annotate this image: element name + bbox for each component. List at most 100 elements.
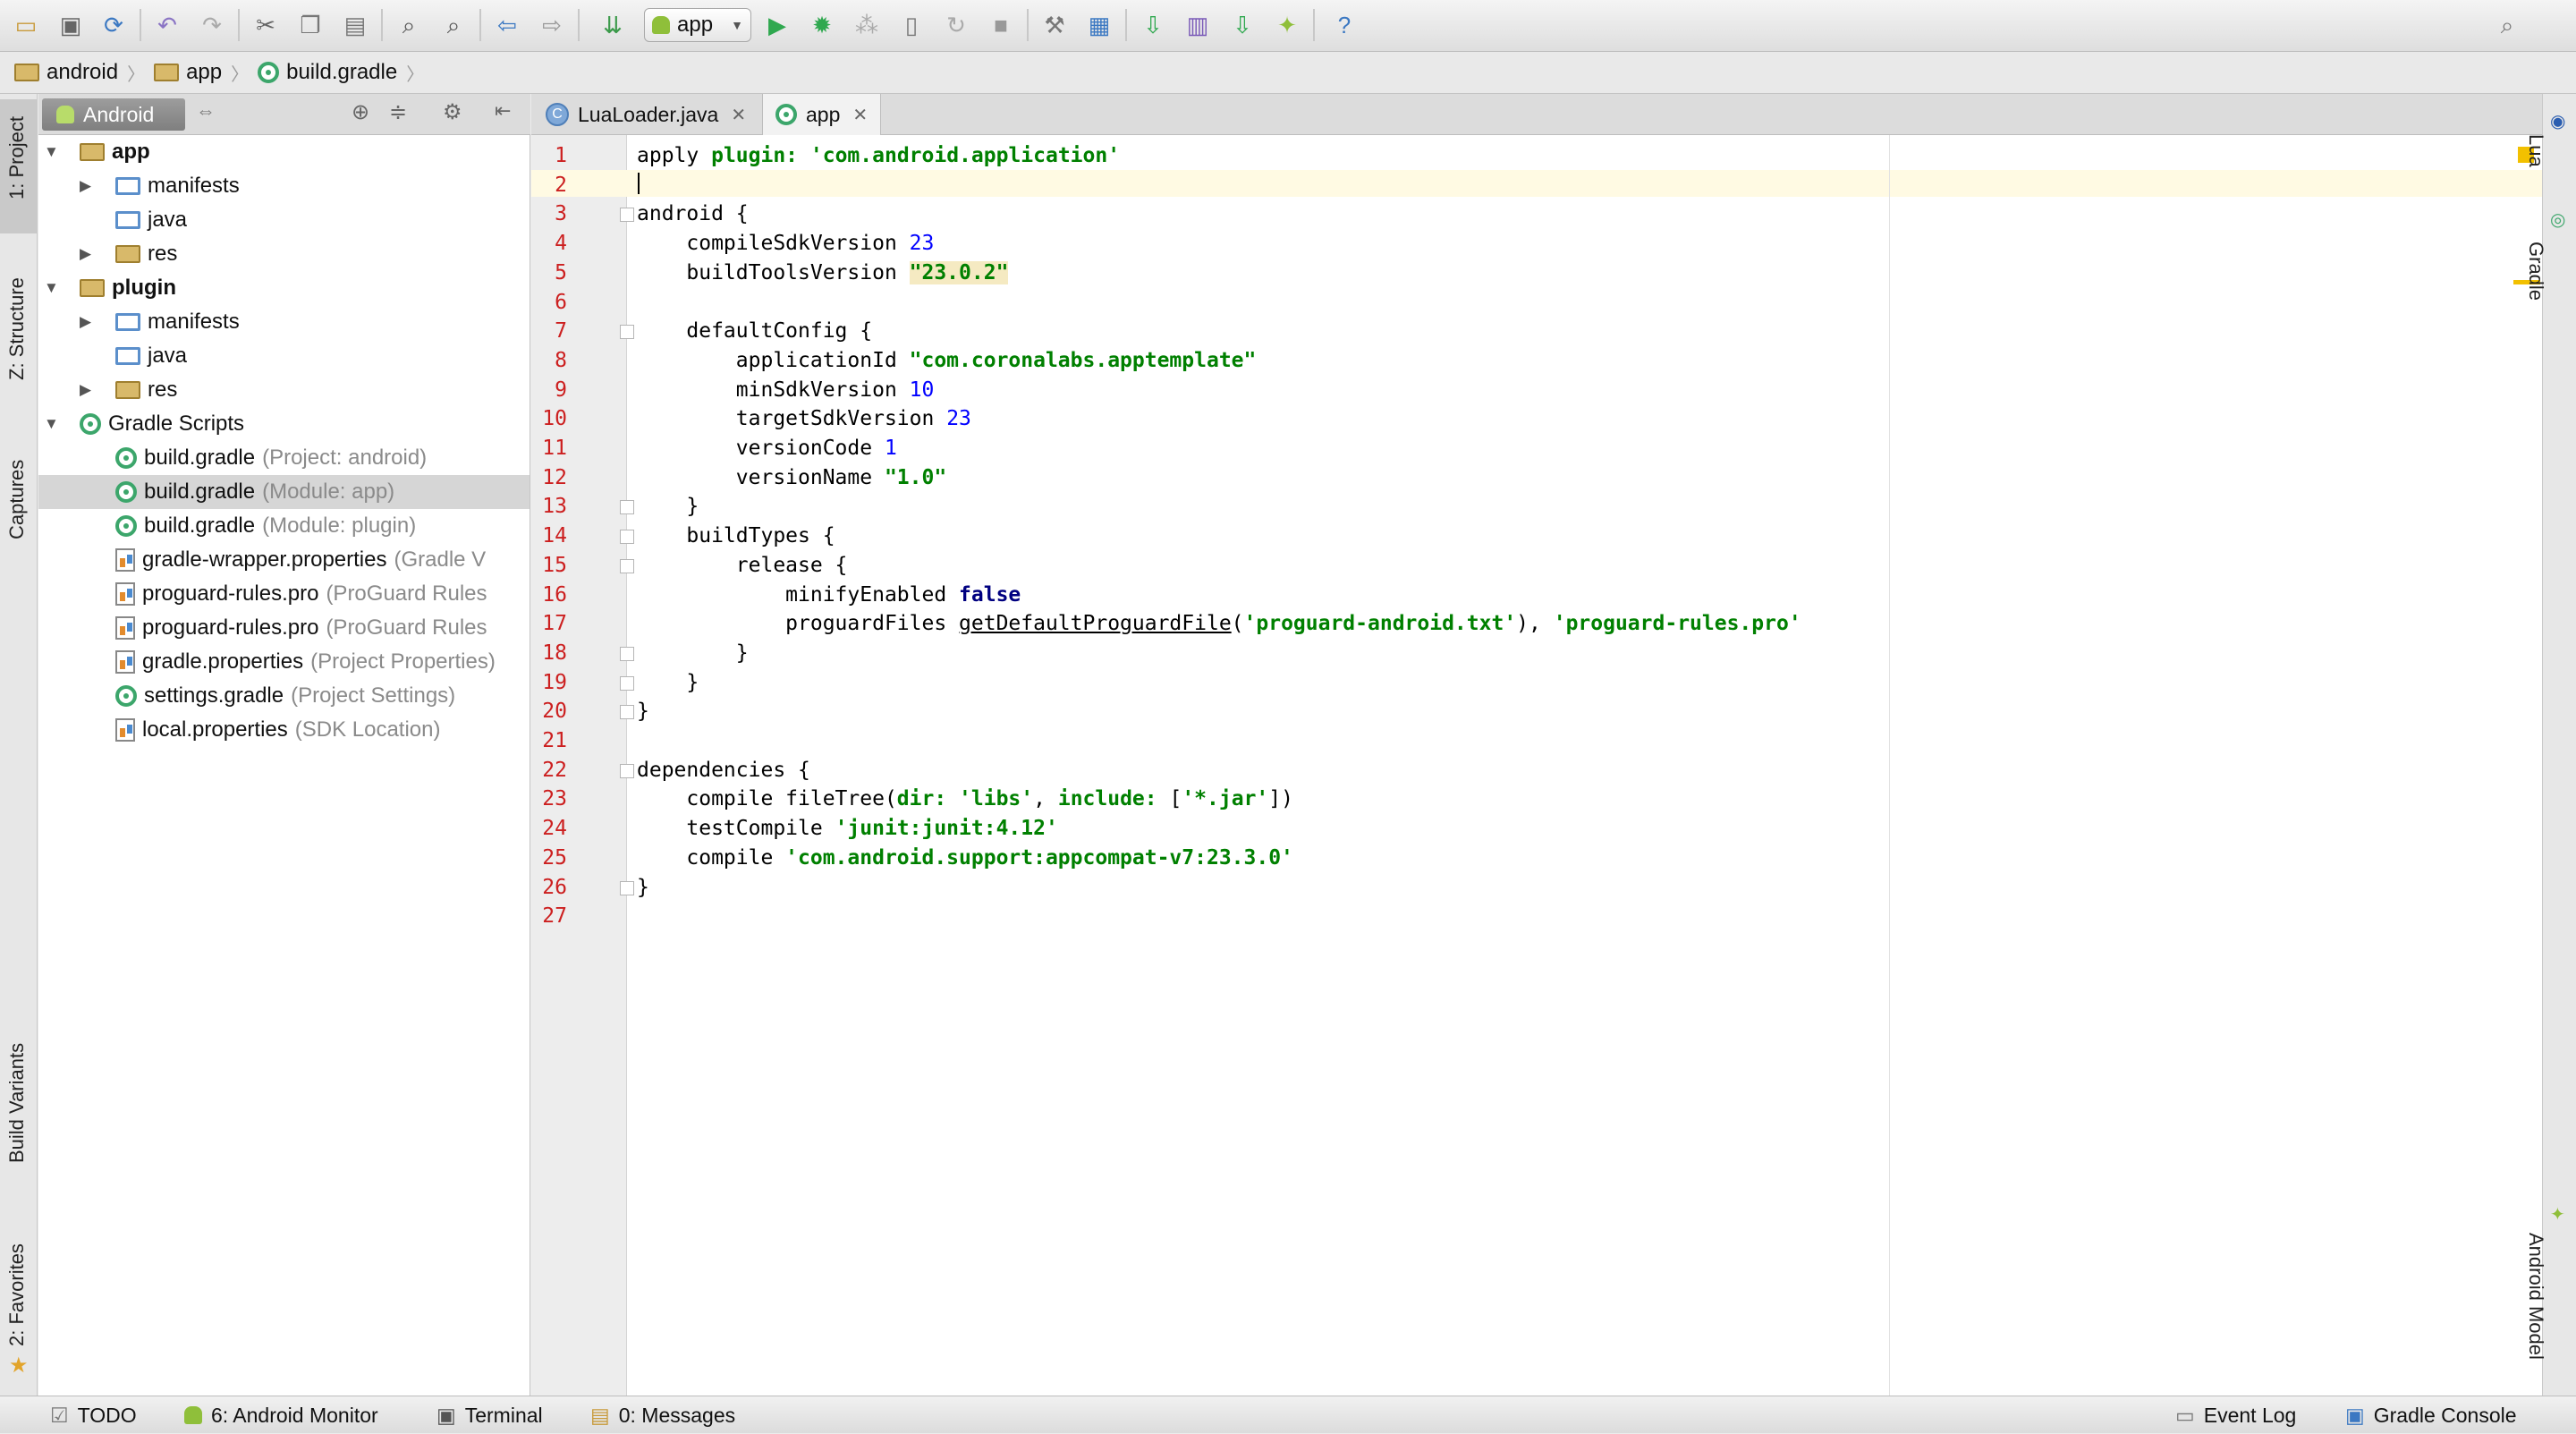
terminal-button[interactable]: ▣ Terminal xyxy=(436,1396,543,1434)
code-token: versionName xyxy=(637,465,885,489)
tree-node[interactable]: settings.gradle (Project Settings) xyxy=(38,679,530,713)
tree-node-hint: (ProGuard Rules xyxy=(326,615,487,640)
fold-marker-icon[interactable] xyxy=(620,675,634,691)
tab-gradle[interactable]: Gradle xyxy=(2524,242,2547,301)
tree-node[interactable]: ▼ Gradle Scripts xyxy=(38,407,530,441)
line-number: 2 xyxy=(555,173,567,197)
breadcrumb-android[interactable]: android 〉 xyxy=(14,60,145,86)
tree-node[interactable]: ▶ manifests xyxy=(38,169,530,203)
fold-marker-icon[interactable] xyxy=(620,763,634,778)
run-configuration-select[interactable]: app ▼ xyxy=(644,8,751,42)
paste-icon[interactable]: ▤ xyxy=(340,10,370,40)
project-view-selector[interactable]: Android xyxy=(42,98,185,131)
replace-icon[interactable]: ⌕ xyxy=(438,10,469,40)
tab-android-model[interactable]: Android Model xyxy=(2524,1233,2547,1360)
event-log-button[interactable]: ▭ Event Log xyxy=(2175,1396,2296,1434)
debug-icon[interactable]: ✹ xyxy=(807,10,837,40)
tab-structure[interactable]: Z: Structure xyxy=(5,277,29,380)
fold-marker-icon[interactable] xyxy=(620,705,634,720)
tree-node[interactable]: proguard-rules.pro (ProGuard Rules xyxy=(38,577,530,611)
sync-icon[interactable]: ⟳ xyxy=(98,10,129,40)
collapse-arrow-icon[interactable]: ▶ xyxy=(80,177,91,195)
fold-marker-icon[interactable] xyxy=(620,325,634,340)
tree-node[interactable]: local.properties (SDK Location) xyxy=(38,713,530,747)
tree-node[interactable]: ▼ app xyxy=(38,135,530,169)
tab-lua[interactable]: Lua xyxy=(2524,134,2547,167)
forward-icon[interactable]: ⇨ xyxy=(537,10,567,40)
copy-icon[interactable]: ❐ xyxy=(295,10,326,40)
tree-node-label: java xyxy=(148,344,188,368)
collapse-arrow-icon[interactable]: ▶ xyxy=(80,245,91,263)
fold-marker-icon[interactable] xyxy=(620,646,634,661)
cut-icon[interactable]: ✂ xyxy=(250,10,281,40)
tab-captures[interactable]: Captures xyxy=(5,460,29,539)
swap-view-icon[interactable]: ⇔ xyxy=(196,99,216,123)
expand-arrow-icon[interactable]: ▼ xyxy=(44,279,59,297)
fold-marker-icon[interactable] xyxy=(620,558,634,573)
tree-node-hint: (Project: android) xyxy=(262,445,428,470)
close-icon[interactable]: ✕ xyxy=(852,104,868,126)
tree-node[interactable]: ▶ res xyxy=(38,373,530,407)
expand-arrow-icon[interactable]: ▼ xyxy=(44,143,59,161)
redo-icon[interactable]: ↷ xyxy=(197,10,227,40)
tree-node[interactable]: proguard-rules.pro (ProGuard Rules xyxy=(38,611,530,645)
run-icon[interactable]: ▶ xyxy=(762,10,792,40)
tree-node[interactable]: build.gradle (Module: app) xyxy=(38,475,530,509)
breadcrumb-app[interactable]: app 〉 xyxy=(154,60,249,86)
undo-icon[interactable]: ↶ xyxy=(152,10,182,40)
tab-favorites[interactable]: 2: Favorites xyxy=(5,1243,29,1346)
code-line: } xyxy=(637,669,699,696)
code-token: include: xyxy=(1057,787,1157,811)
avd-manager-icon[interactable]: ▥ xyxy=(1182,10,1213,40)
expand-arrow-icon[interactable]: ▼ xyxy=(44,415,59,433)
code-editor[interactable] xyxy=(627,135,2542,1396)
tab-build-variants[interactable]: Build Variants xyxy=(5,1043,29,1163)
tree-node[interactable]: ▶ res xyxy=(38,237,530,271)
tab-lualoader-java[interactable]: C LuaLoader.java ✕ xyxy=(533,94,758,135)
android-device-monitor-icon[interactable]: ⇩ xyxy=(1227,10,1258,40)
tree-node[interactable]: java xyxy=(38,203,530,237)
todo-button[interactable]: ☑ TODO xyxy=(50,1396,137,1434)
fold-marker-icon[interactable] xyxy=(620,208,634,223)
tree-node[interactable]: gradle.properties (Project Properties) xyxy=(38,645,530,679)
sdk-manager-icon[interactable]: ▦ xyxy=(1084,10,1114,40)
folder-icon xyxy=(14,64,39,81)
close-icon[interactable]: ✕ xyxy=(731,104,746,126)
fold-marker-icon[interactable] xyxy=(620,530,634,545)
android-monitor-button[interactable]: 6: Android Monitor xyxy=(184,1396,378,1434)
find-icon[interactable]: ⌕ xyxy=(394,10,424,40)
tab-app[interactable]: app ✕ xyxy=(762,94,882,135)
tree-node[interactable]: build.gradle (Module: plugin) xyxy=(38,509,530,543)
tree-node[interactable]: ▼ plugin xyxy=(38,271,530,305)
attach-debugger-icon[interactable]: ⁂ xyxy=(852,10,882,40)
gear-icon[interactable]: ⚙ xyxy=(443,99,462,125)
tab-project[interactable]: 1: Project xyxy=(5,116,29,199)
sync-gradle-icon[interactable]: ⇩ xyxy=(1138,10,1168,40)
apply-changes-icon[interactable]: ▯ xyxy=(896,10,927,40)
help-icon[interactable]: ? xyxy=(1329,10,1360,40)
android-icon[interactable]: ✦ xyxy=(1272,10,1302,40)
back-icon[interactable]: ⇦ xyxy=(492,10,522,40)
project-structure-icon[interactable]: ⚒ xyxy=(1039,10,1070,40)
code-token: [ xyxy=(1157,787,1182,811)
tree-node[interactable]: java xyxy=(38,339,530,373)
open-folder-icon[interactable]: ▭ xyxy=(11,10,41,40)
messages-button[interactable]: ▤ 0: Messages xyxy=(590,1396,735,1434)
breadcrumb-build-gradle[interactable]: build.gradle 〉 xyxy=(258,60,424,86)
collapse-arrow-icon[interactable]: ▶ xyxy=(80,381,91,399)
save-all-icon[interactable]: ▣ xyxy=(55,10,86,40)
collapse-all-icon[interactable]: ≑ xyxy=(389,99,407,125)
tree-node[interactable]: ▶ manifests xyxy=(38,305,530,339)
collapse-arrow-icon[interactable]: ▶ xyxy=(80,313,91,331)
fold-marker-icon[interactable] xyxy=(620,500,634,515)
gradle-console-button[interactable]: ▣ Gradle Console xyxy=(2345,1396,2517,1434)
fold-marker-icon[interactable] xyxy=(620,880,634,895)
make-project-icon[interactable]: ⇊ xyxy=(597,10,628,40)
rerun-icon[interactable]: ↻ xyxy=(941,10,971,40)
hide-panel-icon[interactable]: ⇤ xyxy=(495,99,511,123)
tree-node[interactable]: gradle-wrapper.properties (Gradle V xyxy=(38,543,530,577)
search-everywhere-icon[interactable]: ⌕ xyxy=(2492,10,2522,40)
scroll-from-source-icon[interactable]: ⊕ xyxy=(352,99,369,125)
tree-node[interactable]: build.gradle (Project: android) xyxy=(38,441,530,475)
stop-icon[interactable]: ■ xyxy=(986,10,1016,40)
